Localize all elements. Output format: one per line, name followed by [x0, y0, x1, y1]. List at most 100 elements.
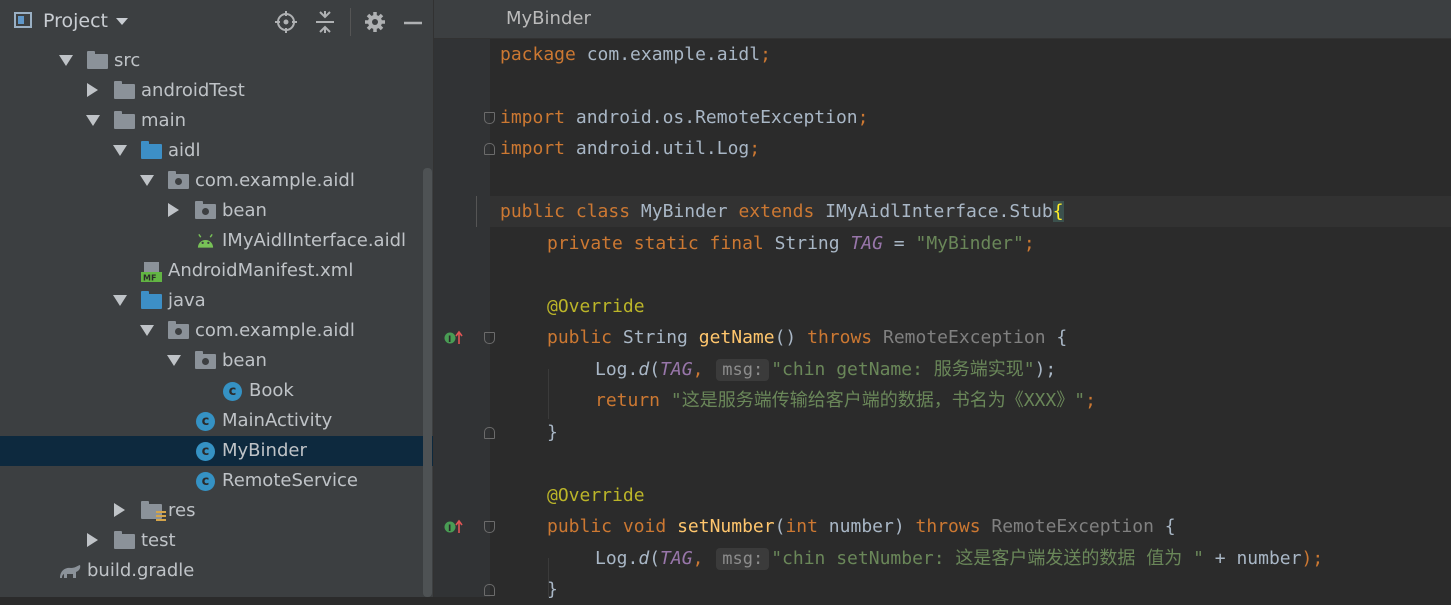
tree-item-res[interactable]: res [0, 496, 422, 526]
tree-item-label: Book [249, 380, 294, 401]
tree-item-label: res [168, 500, 196, 521]
expand-arrow-icon[interactable] [113, 145, 127, 156]
code-line-setnumber-decl: public void setNumber(int number) throws… [547, 516, 1176, 537]
package-icon [195, 351, 216, 369]
tree-item-label: bean [222, 350, 267, 371]
tree-item-package-java[interactable]: com.example.aidl [0, 316, 422, 346]
expand-arrow-icon[interactable] [86, 115, 100, 126]
tree-item-androidtest[interactable]: androidTest [0, 76, 422, 106]
tree-item-label: MainActivity [222, 410, 333, 431]
collapsed-arrow-icon[interactable] [168, 203, 179, 217]
tree-item-label: AndroidManifest.xml [168, 260, 354, 281]
class-icon: c [196, 412, 215, 431]
class-icon: c [196, 472, 215, 491]
param-hint-msg: msg: [716, 548, 770, 570]
tree-item-label: test [141, 530, 176, 551]
class-icon: c [196, 442, 215, 461]
tree-item-main[interactable]: main [0, 106, 422, 136]
code-line-package: package com.example.aidl; [500, 44, 771, 65]
gradle-icon [60, 565, 81, 578]
code-line-getname-close: } [547, 422, 558, 443]
folder-icon [114, 81, 135, 99]
tree-item-label: com.example.aidl [195, 170, 355, 191]
implements-method-icon[interactable]: I [444, 519, 464, 535]
tree-item-label: java [168, 290, 206, 311]
expand-arrow-icon[interactable] [140, 175, 154, 186]
implements-method-icon[interactable]: I [444, 330, 464, 346]
expand-arrow-icon[interactable] [140, 325, 154, 336]
code-line-import-1: import android.os.RemoteException; [500, 107, 869, 128]
source-folder-icon [141, 291, 162, 309]
tree-item-mainactivity[interactable]: c MainActivity [0, 406, 422, 436]
project-window-icon [14, 12, 32, 28]
tree-item-test[interactable]: test [0, 526, 422, 556]
class-icon: c [223, 382, 242, 401]
code-line-override-1: @Override [547, 296, 645, 317]
tree-item-bean-aidl[interactable]: bean [0, 196, 422, 226]
tree-item-bean-java[interactable]: bean [0, 346, 422, 376]
tree-item-label: androidTest [141, 80, 245, 101]
code-line-import-2: import android.util.Log; [500, 138, 761, 159]
header-separator [350, 8, 351, 36]
tree-item-label: MyBinder [222, 440, 307, 461]
android-icon [197, 233, 214, 248]
view-dropdown-icon[interactable] [116, 18, 128, 25]
manifest-icon: MF [141, 262, 162, 283]
project-panel-header: Project [0, 0, 433, 44]
tree-item-label: bean [222, 200, 267, 221]
source-folder-icon [141, 141, 162, 159]
code-line-getname-return: return "这是服务端传输给客户端的数据，书名为《XXX》"; [595, 390, 1096, 411]
tree-item-label: build.gradle [87, 560, 195, 581]
code-line-tag-field: private static final String TAG = "MyBin… [547, 233, 1035, 254]
tree-item-label: src [114, 50, 141, 71]
code-line-getname-decl: public String getName() throws RemoteExc… [547, 327, 1068, 348]
code-editor[interactable]: package com.example.aidl; import android… [490, 39, 1451, 600]
code-line-override-2: @Override [547, 485, 645, 506]
svg-text:I: I [448, 335, 451, 345]
locate-icon[interactable] [274, 10, 298, 34]
caret-gutter-mark [476, 196, 477, 227]
folder-icon [87, 51, 108, 69]
tree-item-package-aidl[interactable]: com.example.aidl [0, 166, 422, 196]
tree-item-book[interactable]: c Book [0, 376, 422, 406]
project-panel-scrollbar[interactable] [423, 168, 432, 597]
code-line-class-decl: public class MyBinder extends IMyAidlInt… [500, 201, 1064, 222]
code-line-getname-log: Log.d(TAG, msg: "chin getName: 服务端实现"); [595, 359, 1057, 381]
tree-item-manifest[interactable]: MF AndroidManifest.xml [0, 256, 422, 286]
param-hint-msg: msg: [716, 359, 770, 381]
tree-item-aidl[interactable]: aidl [0, 136, 422, 166]
collapsed-arrow-icon[interactable] [87, 83, 98, 97]
svg-text:I: I [448, 524, 451, 534]
collapsed-arrow-icon[interactable] [87, 533, 98, 547]
editor-tab-bar: MyBinder [434, 0, 1451, 39]
expand-arrow-icon[interactable] [167, 355, 181, 366]
editor-tab-mybinder[interactable]: MyBinder [506, 8, 591, 29]
tree-item-build-gradle[interactable]: build.gradle [0, 556, 422, 586]
tree-item-java[interactable]: java [0, 286, 422, 316]
collapsed-arrow-icon[interactable] [114, 503, 125, 517]
indent-guide [548, 369, 549, 419]
svg-text:MF: MF [143, 274, 156, 283]
code-line-setnumber-log: Log.d(TAG, msg: "chin setNumber: 这是客户端发送的… [595, 548, 1324, 570]
tree-item-src[interactable]: src [0, 46, 422, 76]
expand-arrow-icon[interactable] [59, 55, 73, 66]
code-line-setnumber-close: } [547, 579, 558, 600]
tree-item-label: RemoteService [222, 470, 358, 491]
minimize-icon[interactable] [401, 10, 425, 34]
project-panel-title[interactable]: Project [43, 10, 108, 32]
project-panel: Project src androidTest main aidl com.ex… [0, 0, 433, 597]
tree-item-remoteservice[interactable]: c RemoteService [0, 466, 422, 496]
package-icon [195, 201, 216, 219]
tree-item-aidl-file[interactable]: IMyAidlInterface.aidl [0, 226, 422, 256]
tree-item-label: com.example.aidl [195, 320, 355, 341]
collapse-all-icon[interactable] [313, 10, 337, 34]
tree-item-label: IMyAidlInterface.aidl [222, 230, 406, 251]
expand-arrow-icon[interactable] [113, 295, 127, 306]
gear-icon[interactable] [363, 10, 387, 34]
resource-folder-icon [141, 501, 166, 521]
tree-item-label: aidl [168, 140, 201, 161]
folder-icon [114, 531, 135, 549]
package-icon [168, 321, 189, 339]
tree-item-mybinder[interactable]: c MyBinder [0, 436, 433, 466]
tree-item-label: main [141, 110, 186, 131]
